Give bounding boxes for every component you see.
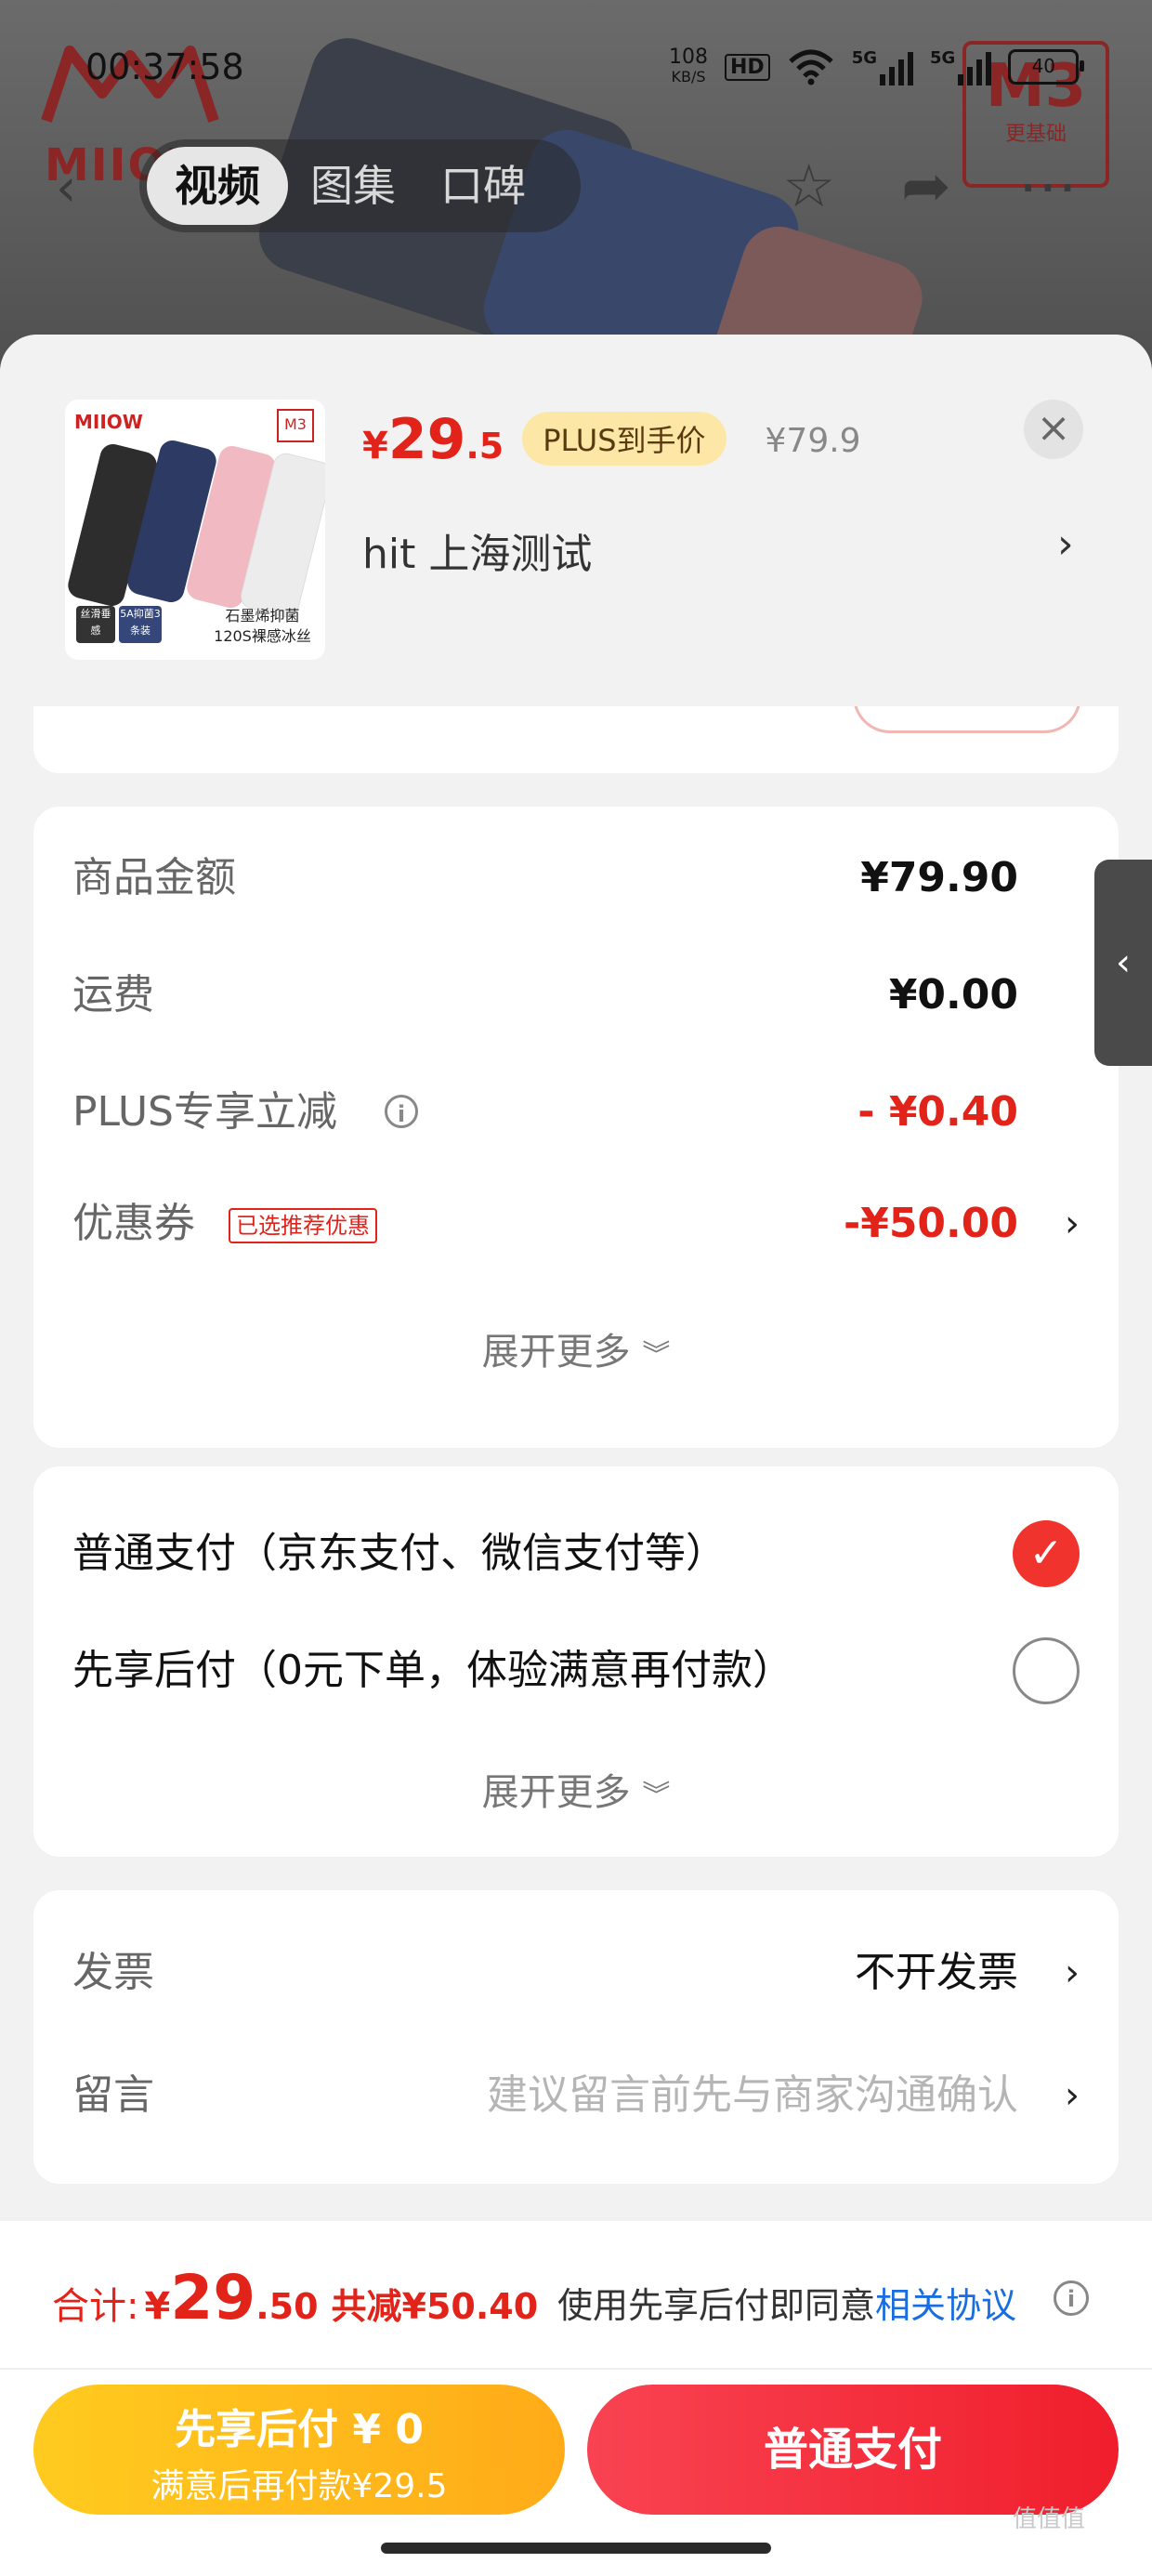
- invoice-message-card: 发票 不开发票 › 留言 建议留言前先与商家沟通确认 ›: [33, 1890, 1119, 2184]
- chevron-down-icon: ︾: [642, 1339, 671, 1372]
- thumb-badge: M3: [277, 409, 314, 442]
- goods-amount-label: 商品金额: [72, 854, 236, 901]
- signal-1-icon: 5G: [852, 48, 913, 85]
- radio-unchecked-icon[interactable]: [1013, 1637, 1080, 1704]
- row-goods-amount: 商品金额 ¥79.90: [72, 846, 1080, 911]
- coupon-value: -¥50.00: [843, 1200, 1018, 1247]
- network-speed: 108 KB/S: [669, 45, 708, 86]
- total-summary: 合计: ¥ 29 .50 共减¥50.40: [52, 2262, 538, 2346]
- expand-more-costs[interactable]: 展开更多 ︾: [33, 1321, 1119, 1375]
- invoice-label: 发票: [72, 1949, 154, 1996]
- expand-more-payments[interactable]: 展开更多 ︾: [33, 1762, 1119, 1816]
- watermark: 值值值: [1013, 2505, 1086, 2533]
- checkout-bottom-bar: 合计: ¥ 29 .50 共减¥50.40 使用先享后付即同意相关协议 i 先享…: [0, 2221, 1152, 2576]
- media-tabs: 视频 图集 口碑: [139, 139, 581, 232]
- price-integer: 29: [387, 407, 466, 472]
- message-input[interactable]: 建议留言前先与商家沟通确认: [487, 2063, 1018, 2128]
- chevron-right-icon[interactable]: ›: [1065, 1191, 1080, 1256]
- signal-1-label: 5G: [851, 48, 877, 68]
- shipping-value: ¥0.00: [888, 971, 1018, 1019]
- row-shipping: 运费 ¥0.00: [72, 963, 1080, 1028]
- signal-2-label: 5G: [930, 48, 956, 68]
- pay-later-button[interactable]: 先享后付 ¥ 0 满意后再付款¥29.5: [33, 2385, 565, 2515]
- chevron-right-icon[interactable]: ›: [1057, 520, 1074, 568]
- shipping-label: 运费: [72, 971, 154, 1019]
- product-nav-bar: ‹ 视频 图集 口碑 ☆ ➦ ⋯: [0, 139, 1152, 232]
- thumb-logo: MIIOW: [74, 411, 143, 433]
- status-time: 00:37:58: [85, 46, 244, 87]
- original-price: ¥79.9: [765, 421, 861, 460]
- plus-price-badge: PLUS到手价: [522, 412, 727, 466]
- row-invoice[interactable]: 发票 不开发票 ›: [72, 1940, 1080, 2005]
- product-summary: MIIOW M3 丝滑垂感 5A抑菌3条装 石墨烯抑菌 120S裸感冰丝 ¥ 2…: [0, 335, 1152, 706]
- close-icon[interactable]: ×: [1024, 400, 1083, 459]
- signal-2-icon: 5G: [930, 48, 992, 85]
- network-speed-unit: KB/S: [671, 67, 706, 85]
- more-icon[interactable]: ⋯: [1018, 152, 1078, 221]
- battery-level: 40: [1031, 55, 1056, 77]
- invoice-value: 不开发票: [855, 1949, 1018, 1996]
- thumb-caption: 石墨烯抑菌 120S裸感冰丝: [214, 607, 311, 645]
- plus-discount-value: - ¥0.40: [857, 1088, 1018, 1136]
- selected-spec[interactable]: hit 上海测试: [362, 520, 592, 580]
- price-symbol: ¥: [362, 425, 388, 467]
- tab-reviews[interactable]: 口碑: [418, 139, 548, 232]
- payment-method-card: 普通支付（京东支付、微信支付等） ✓ 先享后付（0元下单，体验满意再付款） 展开…: [33, 1466, 1119, 1857]
- pay-option-later-label: 先享后付（0元下单，体验满意再付款）: [72, 1647, 793, 1694]
- price-line: ¥ 29 .5 PLUS到手价 ¥79.9: [362, 407, 861, 481]
- pay-option-normal-label: 普通支付（京东支付、微信支付等）: [72, 1530, 727, 1577]
- share-icon[interactable]: ➦: [901, 152, 951, 221]
- pay-later-subtitle: 满意后再付款¥29.5: [151, 2467, 448, 2505]
- row-message[interactable]: 留言 建议留言前先与商家沟通确认 ›: [72, 2063, 1080, 2128]
- expand-more-label: 展开更多: [481, 1771, 631, 1814]
- agreement-link[interactable]: 相关协议: [875, 2285, 1016, 2326]
- wifi-icon: [789, 49, 833, 85]
- divider: [0, 2368, 1152, 2370]
- goods-amount-value: ¥79.90: [860, 854, 1018, 901]
- total-label: 合计:: [52, 2285, 139, 2328]
- home-indicator[interactable]: [381, 2543, 771, 2554]
- total-decimal: .50: [255, 2286, 319, 2327]
- row-coupon[interactable]: 优惠券 已选推荐优惠 -¥50.00 ›: [72, 1191, 1080, 1256]
- chevron-down-icon: ︾: [642, 1780, 671, 1812]
- total-symbol: ¥: [144, 2285, 171, 2328]
- info-icon[interactable]: i: [385, 1095, 418, 1128]
- checkmark-icon[interactable]: ✓: [1013, 1520, 1080, 1587]
- pay-option-normal[interactable]: 普通支付（京东支付、微信支付等） ✓: [72, 1517, 1080, 1591]
- pay-later-title: 先享后付 ¥ 0: [175, 2406, 424, 2453]
- hd-icon: HD: [725, 53, 770, 81]
- normal-pay-button[interactable]: 普通支付: [587, 2385, 1119, 2515]
- status-bar: 00:37:58 108 KB/S HD 5G 5G 40: [0, 37, 1152, 93]
- coupon-recommend-tag: 已选推荐优惠: [229, 1208, 377, 1243]
- thumb-tag-1: 丝滑垂感: [76, 606, 115, 643]
- battery-icon: 40: [1008, 49, 1085, 85]
- coupon-label: 优惠券: [72, 1200, 195, 1247]
- network-speed-value: 108: [669, 45, 708, 69]
- agreement-prefix: 使用先享后付即同意: [557, 2285, 876, 2326]
- scrolled-card-remnant: [33, 669, 1119, 773]
- tab-video[interactable]: 视频: [147, 147, 288, 225]
- agreement-text: 使用先享后付即同意相关协议: [557, 2277, 1016, 2328]
- background-product-page: MIIOW M3 更基础 00:37:58 108 KB/S HD 5G 5G …: [0, 0, 1152, 390]
- expand-more-label: 展开更多: [481, 1331, 631, 1373]
- cost-breakdown-card: 商品金额 ¥79.90 运费 ¥0.00 PLUS专享立减 i - ¥0.40 …: [33, 807, 1119, 1448]
- favorite-star-icon[interactable]: ☆: [782, 152, 835, 221]
- side-panel-handle[interactable]: ‹: [1094, 860, 1152, 1066]
- product-thumbnail[interactable]: MIIOW M3 丝滑垂感 5A抑菌3条装 石墨烯抑菌 120S裸感冰丝: [65, 400, 325, 660]
- tab-gallery[interactable]: 图集: [288, 139, 418, 232]
- info-icon[interactable]: i: [1054, 2280, 1089, 2316]
- thumb-tag-2: 5A抑菌3条装: [119, 606, 162, 643]
- pay-option-later[interactable]: 先享后付（0元下单，体验满意再付款）: [72, 1634, 1080, 1708]
- total-discount: 共减¥50.40: [331, 2286, 539, 2327]
- chevron-right-icon[interactable]: ›: [1065, 1940, 1080, 2005]
- chevron-left-icon: ‹: [1116, 941, 1131, 984]
- row-plus-discount: PLUS专享立减 i - ¥0.40: [72, 1080, 1080, 1145]
- status-icons: 108 KB/S HD 5G 5G 40: [669, 45, 1085, 87]
- price-decimal: .5: [465, 426, 504, 467]
- total-integer: 29: [170, 2262, 256, 2333]
- back-arrow-icon[interactable]: ‹: [56, 158, 76, 218]
- plus-discount-label: PLUS专享立减: [72, 1088, 337, 1136]
- chevron-right-icon[interactable]: ›: [1065, 2063, 1080, 2128]
- message-label: 留言: [72, 2071, 154, 2119]
